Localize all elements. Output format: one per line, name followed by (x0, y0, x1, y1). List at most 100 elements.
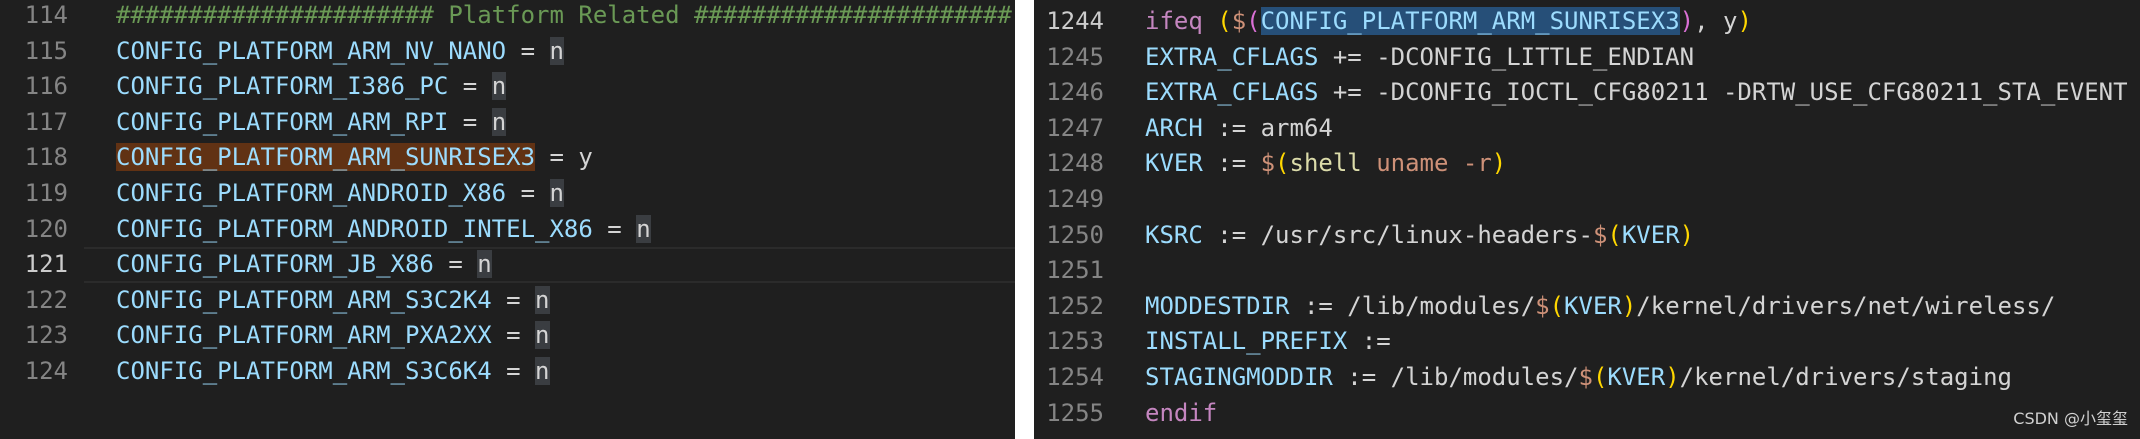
code-line[interactable]: 117 CONFIG_PLATFORM_ARM_RPI = n (0, 105, 1015, 141)
code-token: n (491, 72, 507, 101)
code-line[interactable]: 116 CONFIG_PLATFORM_I386_PC = n (0, 69, 1015, 105)
code-token: ###################### Platform Related … (116, 1, 1012, 29)
code-token: ) (1665, 363, 1680, 391)
code-text[interactable]: CONFIG_PLATFORM_ARM_RPI = n (116, 105, 507, 141)
code-text[interactable]: MODDESTDIR := /lib/modules/$(KVER)/kerne… (1145, 289, 2055, 325)
line-number: 114 (24, 1, 68, 29)
code-text[interactable]: KVER := $(shell uname -r) (1145, 146, 1506, 182)
code-token: KVER (1564, 291, 1622, 320)
line-number: 1246 (1046, 78, 1104, 107)
code-token: CONFIG_PLATFORM_ARM_S3C6K4 (116, 357, 492, 385)
code-token: uname -r (1361, 149, 1492, 178)
code-token: = (433, 250, 478, 279)
code-token: += -DCONFIG_IOCTL_CFG80211 -DRTW_USE_CFG… (1318, 78, 2128, 107)
code-line[interactable]: 1254 STAGINGMODDIR := /lib/modules/$(KVER… (1034, 360, 2140, 396)
code-token: = (592, 214, 637, 243)
code-token: CONFIG_PLATFORM_ARM_SUNRISEX3 (116, 143, 536, 172)
code-line[interactable]: 1253 INSTALL_PREFIX := (1034, 324, 2140, 360)
code-token: $ (1592, 220, 1608, 249)
code-token: ( (1246, 7, 1261, 35)
code-token: $ (1578, 363, 1593, 391)
code-token: n (477, 250, 492, 279)
code-token: , y (1694, 7, 1738, 35)
code-token: n (549, 179, 564, 207)
code-text[interactable]: CONFIG_PLATFORM_JB_X86 = n (116, 247, 492, 283)
code-token: ) (1679, 7, 1695, 35)
code-token: = (448, 72, 492, 101)
code-line[interactable]: 118 CONFIG_PLATFORM_ARM_SUNRISEX3 = y (0, 140, 1015, 176)
code-text[interactable]: ifeq ($(CONFIG_PLATFORM_ARM_SUNRISEX3), … (1145, 4, 1752, 40)
line-number: 1249 (1046, 185, 1104, 213)
left-editor-pane[interactable]: 114 ###################### Platform Relat… (0, 0, 1015, 439)
code-token: KVER (1145, 149, 1203, 178)
code-text[interactable]: CONFIG_PLATFORM_ARM_S3C6K4 = n (116, 354, 550, 390)
code-token: ) (1737, 7, 1752, 35)
code-line[interactable]: 124 CONFIG_PLATFORM_ARM_S3C6K4 = n (0, 354, 1015, 390)
code-token: := (1202, 149, 1261, 178)
code-line[interactable]: 1247 ARCH := arm64 (1034, 111, 2140, 147)
code-token: = (491, 321, 536, 350)
code-line[interactable]: 121 CONFIG_PLATFORM_JB_X86 = n (0, 247, 1015, 283)
line-number: 1253 (1046, 327, 1104, 356)
code-text[interactable]: CONFIG_PLATFORM_ANDROID_X86 = n (116, 176, 564, 212)
code-token: $ (1231, 7, 1247, 35)
code-text[interactable]: STAGINGMODDIR := /lib/modules/$(KVER)/ke… (1145, 360, 2012, 396)
code-token: ( (1275, 149, 1290, 178)
line-number: 120 (24, 214, 68, 243)
code-text[interactable]: CONFIG_PLATFORM_ANDROID_INTEL_X86 = n (116, 212, 651, 248)
code-token: KSRC (1145, 220, 1203, 249)
code-text[interactable]: CONFIG_PLATFORM_ARM_NV_NANO = n (116, 34, 564, 70)
code-line[interactable]: 114 ###################### Platform Relat… (0, 0, 1015, 34)
line-number: 123 (24, 321, 68, 350)
code-line[interactable]: 1250 KSRC := /usr/src/linux-headers-$(KVE… (1034, 218, 2140, 254)
code-text[interactable]: KSRC := /usr/src/linux-headers-$(KVER) (1145, 218, 1694, 254)
code-text[interactable]: EXTRA_CFLAGS += -DCONFIG_LITTLE_ENDIAN (1145, 40, 1694, 76)
line-number: 1250 (1046, 220, 1104, 249)
code-line[interactable]: 119 CONFIG_PLATFORM_ANDROID_X86 = n (0, 176, 1015, 212)
line-number: 115 (24, 36, 68, 65)
line-number: 1245 (1046, 42, 1104, 71)
code-token: := /usr/src/linux-headers- (1202, 220, 1593, 249)
code-text[interactable]: CONFIG_PLATFORM_ARM_PXA2XX = n (116, 318, 550, 354)
code-token: STAGINGMODDIR (1145, 363, 1333, 391)
code-line[interactable]: 1252 MODDESTDIR := /lib/modules/$(KVER)/k… (1034, 289, 2140, 325)
line-number: 122 (24, 285, 68, 314)
code-token: := /lib/modules/ (1332, 363, 1579, 391)
line-number: 1248 (1046, 149, 1104, 178)
code-token: n (535, 321, 550, 350)
code-text[interactable]: CONFIG_PLATFORM_ARM_SUNRISEX3 = y (116, 140, 593, 176)
right-editor-pane[interactable]: 1244 ifeq ($(CONFIG_PLATFORM_ARM_SUNRISEX… (1034, 0, 2140, 439)
code-token: KVER (1621, 220, 1680, 249)
code-token: = (506, 36, 550, 65)
code-text[interactable]: CONFIG_PLATFORM_I386_PC = n (116, 69, 507, 105)
code-text[interactable]: INSTALL_PREFIX := (1145, 324, 1391, 360)
code-line[interactable]: 1246 EXTRA_CFLAGS += -DCONFIG_IOCTL_CFG80… (1034, 75, 2140, 111)
code-line[interactable]: 1245 EXTRA_CFLAGS += -DCONFIG_LITTLE_ENDI… (1034, 40, 2140, 76)
code-line[interactable]: 1249 (1034, 182, 2140, 218)
code-text[interactable]: EXTRA_CFLAGS += -DCONFIG_IOCTL_CFG80211 … (1145, 75, 2128, 111)
code-line[interactable]: 1255 endif (1034, 396, 2140, 432)
line-number: 116 (24, 72, 68, 101)
code-line[interactable]: 1248 KVER := $(shell uname -r) (1034, 146, 2140, 182)
code-token: n (636, 214, 651, 243)
code-text[interactable]: endif (1145, 396, 1217, 432)
code-token: := (1347, 327, 1391, 356)
code-line[interactable]: 1244 ifeq ($(CONFIG_PLATFORM_ARM_SUNRISEX… (1034, 4, 2140, 40)
code-token: KVER (1607, 363, 1666, 391)
code-token: := arm64 (1202, 113, 1333, 142)
code-line[interactable]: 120 CONFIG_PLATFORM_ANDROID_INTEL_X86 = n (0, 212, 1015, 248)
code-line[interactable]: 1251 (1034, 253, 2140, 289)
code-token: CONFIG_PLATFORM_ARM_RPI (116, 107, 449, 136)
line-number: 124 (24, 357, 68, 385)
code-text[interactable]: ###################### Platform Related … (116, 0, 1012, 34)
code-line[interactable]: 122 CONFIG_PLATFORM_ARM_S3C2K4 = n (0, 283, 1015, 319)
code-token: endif (1145, 398, 1218, 427)
code-text[interactable]: CONFIG_PLATFORM_ARM_S3C2K4 = n (116, 283, 550, 319)
code-token: EXTRA_CFLAGS (1145, 42, 1319, 71)
code-line[interactable]: 115 CONFIG_PLATFORM_ARM_NV_NANO = n (0, 34, 1015, 70)
code-token: CONFIG_PLATFORM_ANDROID_X86 (116, 179, 507, 207)
code-line[interactable]: 123 CONFIG_PLATFORM_ARM_PXA2XX = n (0, 318, 1015, 354)
code-token: ( (1549, 291, 1565, 320)
code-text[interactable]: ARCH := arm64 (1145, 111, 1333, 147)
